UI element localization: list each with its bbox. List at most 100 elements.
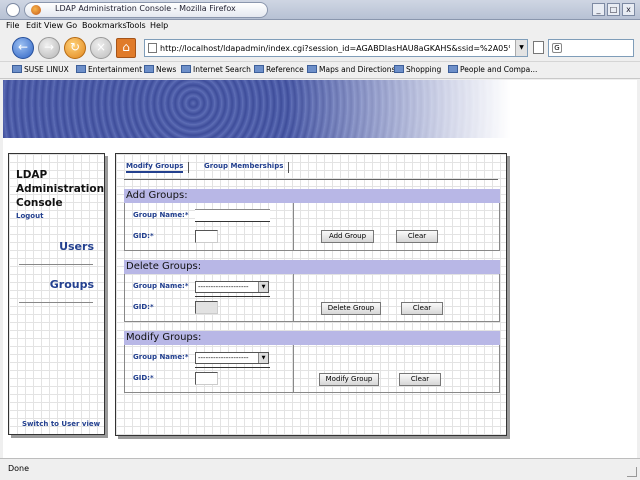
bookmark-label: Internet Search (193, 65, 251, 74)
status-text: Done (8, 464, 30, 473)
field-underline (195, 296, 270, 297)
add-groups-section: Add Groups: Group Name:* GID:* Add Group… (124, 189, 500, 251)
add-clear-button[interactable]: Clear (396, 230, 438, 243)
field-underline (195, 367, 270, 368)
form-divider (293, 274, 294, 321)
menu-view[interactable]: View (44, 21, 63, 30)
group-name-label: Group Name:* (133, 211, 189, 219)
bookmark-suse-linux[interactable]: SUSE LINUX (12, 65, 69, 77)
sidebar-item-groups[interactable]: Groups (50, 278, 94, 291)
menu-file[interactable]: File (6, 21, 19, 30)
tab-group-memberships[interactable]: Group Memberships (204, 162, 283, 170)
bookmark-folder-icon (76, 65, 86, 73)
bookmark-folder-icon (254, 65, 264, 73)
menu-bar: File Edit View Go Bookmarks Tools Help (0, 20, 640, 34)
menu-help[interactable]: Help (150, 21, 168, 30)
title-line: LDAP (16, 169, 48, 181)
bookmark-internet-search[interactable]: Internet Search (181, 65, 251, 77)
bookmark-label: SUSE LINUX (24, 65, 69, 74)
tab-modify-groups[interactable]: Modify Groups (126, 162, 184, 173)
window-menu-button[interactable] (6, 3, 20, 17)
modify-clear-button[interactable]: Clear (399, 373, 441, 386)
sidebar-divider (19, 302, 93, 303)
bookmark-label: News (156, 65, 177, 74)
bookmark-label: Entertainment (88, 65, 143, 74)
stop-button[interactable]: × (90, 37, 112, 59)
url-input[interactable] (160, 41, 510, 55)
delete-clear-button[interactable]: Clear (401, 302, 443, 315)
gid-label: GID:* (133, 232, 154, 240)
page-viewport: LDAP Administration Console Logout Users… (3, 80, 637, 458)
bookmarks-toolbar: SUSE LINUX Entertainment News Internet S… (0, 63, 640, 79)
bookmark-maps[interactable]: Maps and Directions (307, 65, 395, 77)
resize-grip[interactable] (627, 467, 637, 477)
add-groups-form: Group Name:* GID:* Add Group Clear (124, 203, 500, 251)
window-titlebar: LDAP Administration Console - Mozilla Fi… (0, 0, 640, 20)
delete-groups-section: Delete Groups: Group Name:* ------------… (124, 260, 500, 322)
bookmark-label: Reference (266, 65, 304, 74)
search-box[interactable]: G (548, 39, 634, 57)
modify-group-select[interactable]: -------------------- ▼ (195, 352, 269, 364)
tab-underline (124, 179, 498, 180)
url-bar[interactable]: ▼ (144, 39, 528, 57)
title-line: Administration (16, 183, 105, 195)
switch-to-user-view-link[interactable]: Switch to User view (22, 420, 100, 428)
delete-gid-field (195, 301, 218, 314)
window-title: LDAP Administration Console - Mozilla Fi… (55, 4, 236, 13)
back-button[interactable]: ← (12, 37, 34, 59)
stop-icon: × (95, 40, 107, 54)
delete-group-button[interactable]: Delete Group (321, 302, 381, 315)
menu-edit[interactable]: Edit (26, 21, 42, 30)
bookmark-label: Maps and Directions (319, 65, 396, 74)
header-banner (3, 80, 637, 138)
url-history-dropdown[interactable]: ▼ (515, 40, 527, 56)
add-group-name-input[interactable] (195, 209, 270, 222)
status-bar: Done (0, 458, 640, 480)
page-icon (148, 43, 157, 53)
chevron-down-icon: ▼ (258, 282, 268, 292)
reload-button[interactable]: ↻ (64, 37, 86, 59)
group-name-label: Group Name:* (133, 282, 189, 290)
firefox-icon (31, 5, 41, 15)
bookmark-news[interactable]: News (144, 65, 176, 77)
menu-go[interactable]: Go (66, 21, 77, 30)
delete-groups-form: Group Name:* -------------------- ▼ GID:… (124, 274, 500, 322)
sidebar-item-users[interactable]: Users (59, 240, 94, 253)
gid-label: GID:* (133, 303, 154, 311)
bookmark-folder-icon (144, 65, 154, 73)
home-icon: ⌂ (122, 40, 130, 54)
title-line: Console (16, 197, 63, 209)
bookmark-entertainment[interactable]: Entertainment (76, 65, 142, 77)
go-button[interactable] (533, 41, 544, 54)
title-pill: LDAP Administration Console - Mozilla Fi… (24, 2, 268, 18)
home-button[interactable]: ⌂ (116, 38, 136, 58)
bookmark-reference[interactable]: Reference (254, 65, 304, 77)
logout-link[interactable]: Logout (16, 212, 43, 220)
delete-group-select[interactable]: -------------------- ▼ (195, 281, 269, 293)
group-name-label: Group Name:* (133, 353, 189, 361)
groups-panel: Modify Groups Group Memberships Add Grou… (115, 153, 507, 436)
select-value: -------------------- (198, 354, 249, 362)
minimize-button[interactable]: _ (592, 3, 605, 16)
close-button[interactable]: x (622, 3, 635, 16)
form-divider (293, 203, 294, 250)
add-groups-heading: Add Groups: (124, 189, 500, 203)
bookmark-folder-icon (307, 65, 317, 73)
form-divider (293, 345, 294, 392)
console-title: LDAP Administration Console (16, 168, 104, 210)
maximize-button[interactable]: □ (607, 3, 620, 16)
menu-bookmarks[interactable]: Bookmarks (82, 21, 127, 30)
bookmark-label: People and Compa... (460, 65, 538, 74)
modify-group-button[interactable]: Modify Group (319, 373, 379, 386)
menu-tools[interactable]: Tools (126, 21, 146, 30)
forward-button[interactable]: → (38, 37, 60, 59)
chevron-down-icon: ▼ (258, 353, 268, 363)
gid-label: GID:* (133, 374, 154, 382)
bookmark-people[interactable]: People and Compa... (448, 65, 537, 77)
sidebar: LDAP Administration Console Logout Users… (8, 153, 105, 435)
add-gid-input[interactable] (195, 230, 218, 243)
search-engine-icon[interactable]: G (552, 43, 562, 53)
add-group-button[interactable]: Add Group (321, 230, 374, 243)
modify-gid-input[interactable] (195, 372, 218, 385)
bookmark-shopping[interactable]: Shopping (394, 65, 441, 77)
